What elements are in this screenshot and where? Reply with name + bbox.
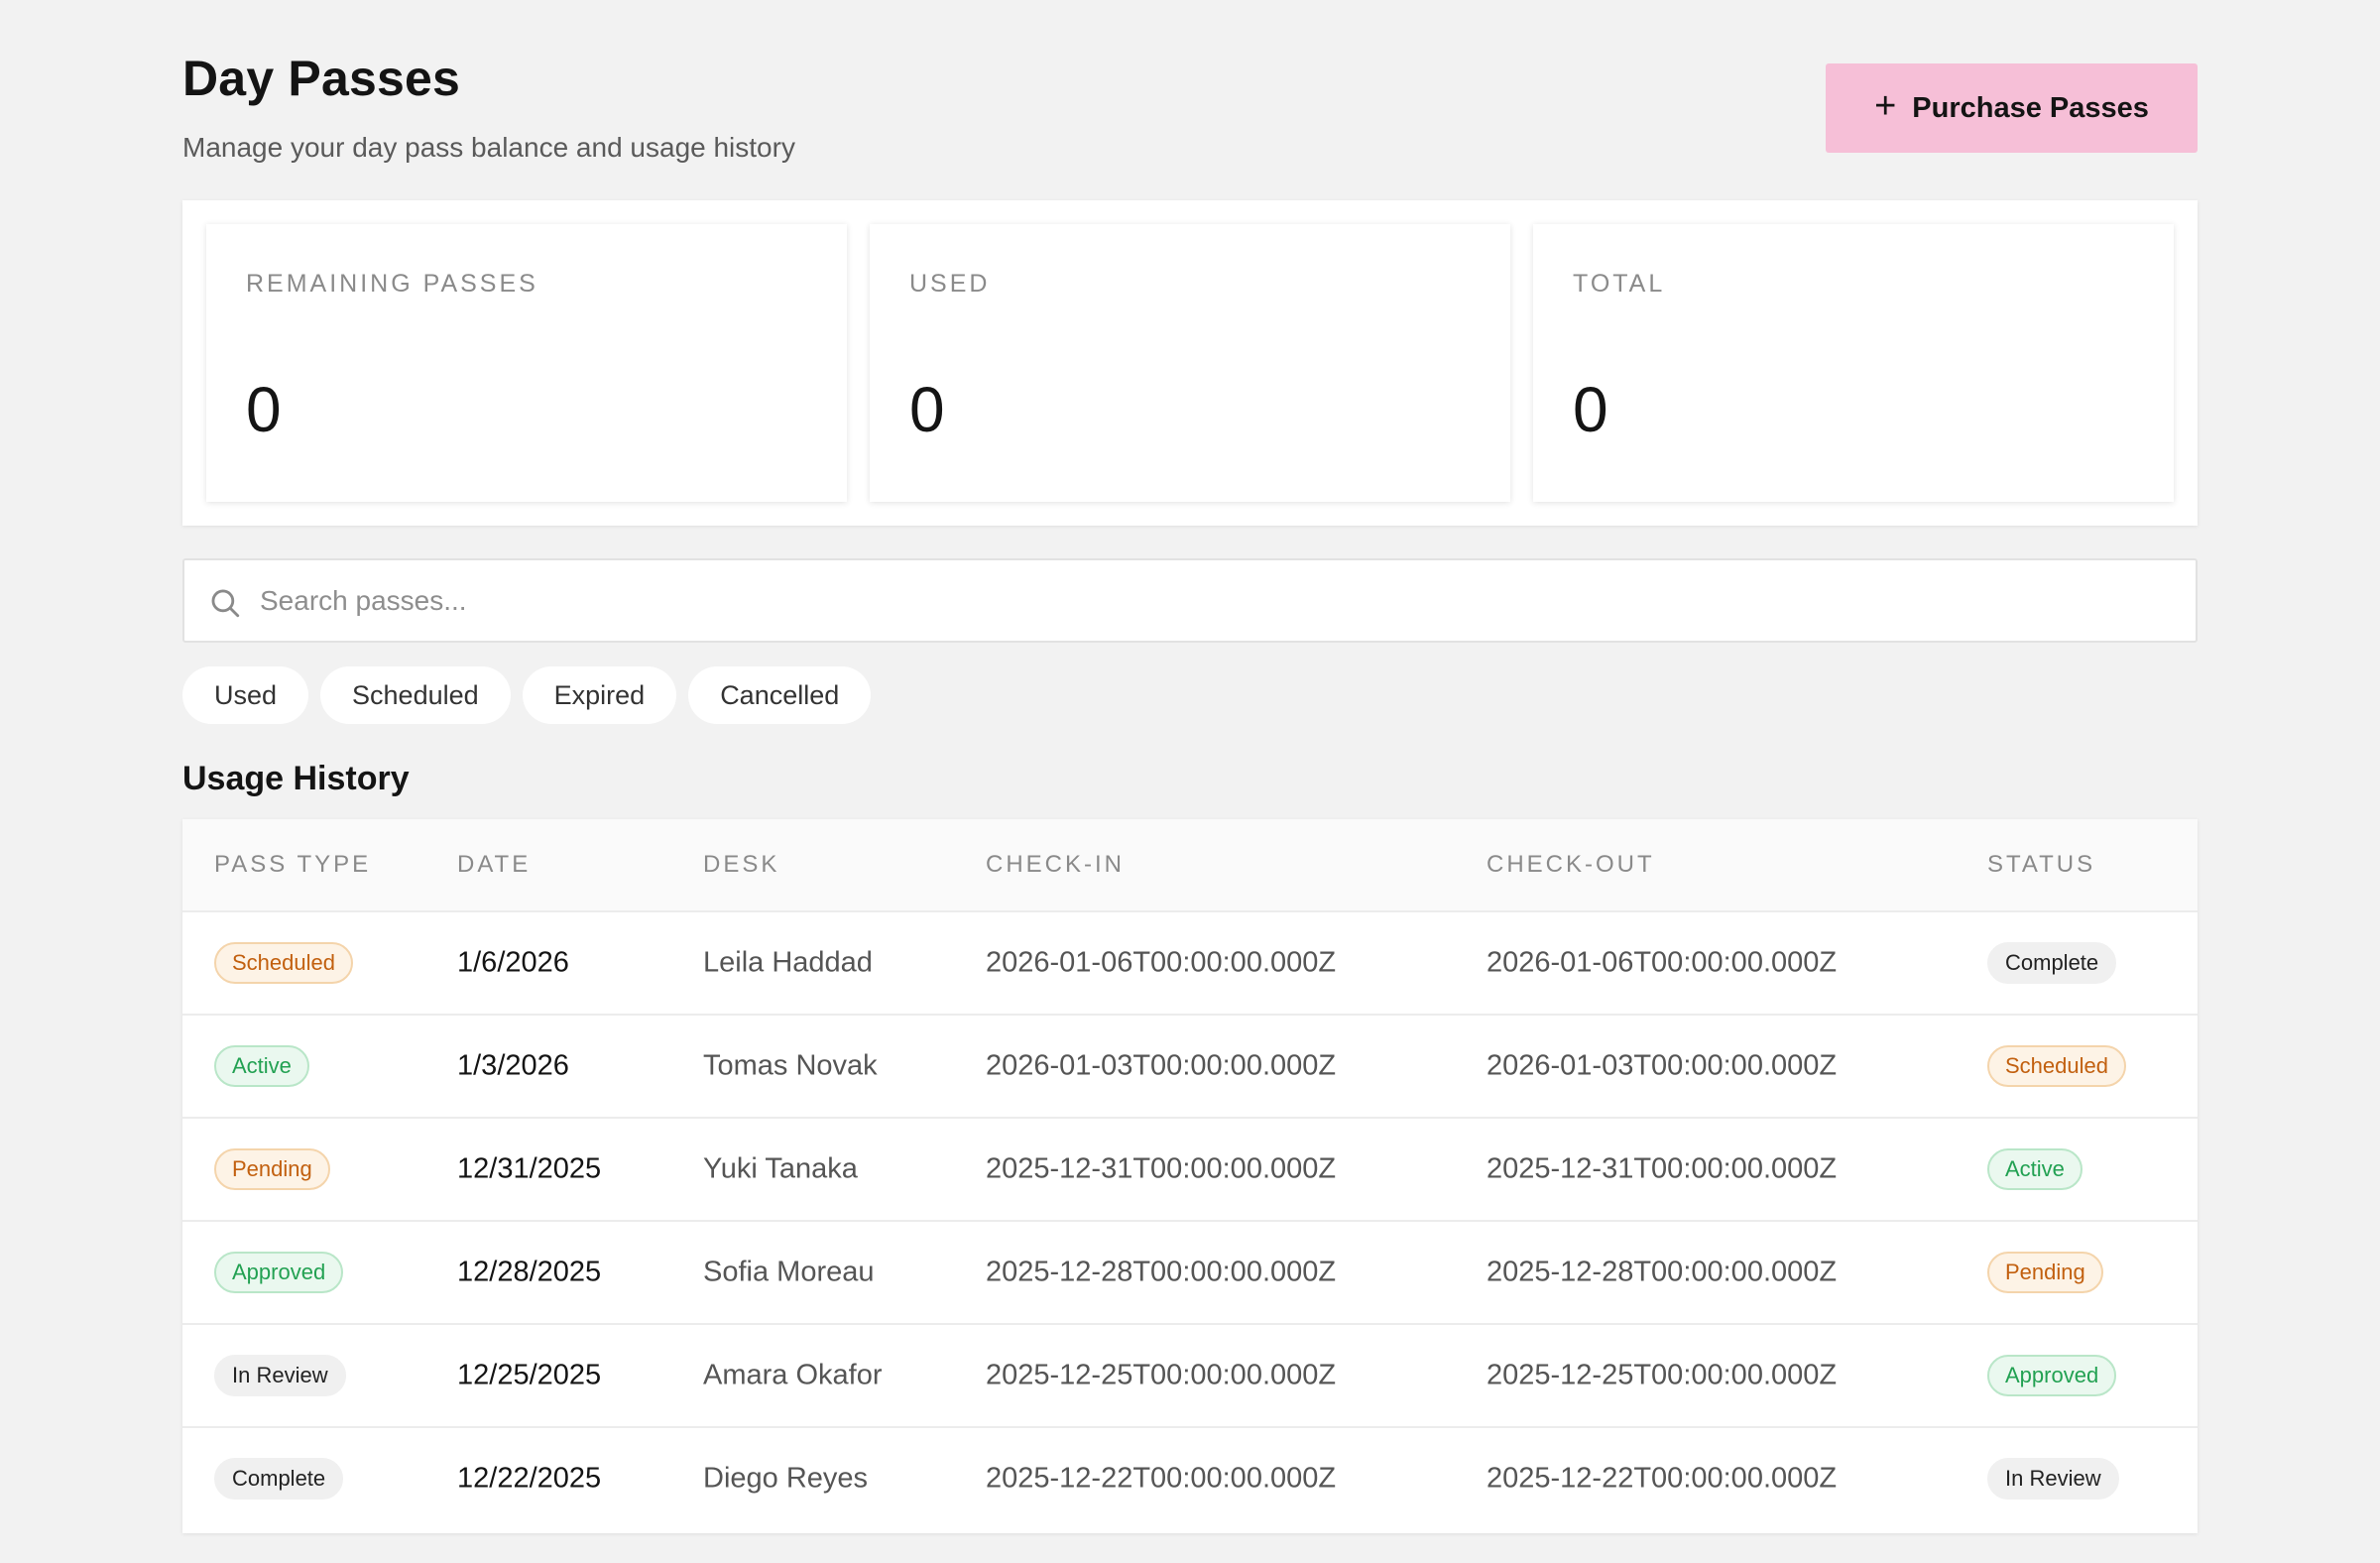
check-in-cell: 2025-12-25T00:00:00.000Z xyxy=(986,1359,1337,1391)
check-out-cell: 2025-12-28T00:00:00.000Z xyxy=(1487,1256,1838,1288)
column-header-check-in[interactable]: CHECK-IN xyxy=(986,851,1125,879)
check-out-cell: 2025-12-31T00:00:00.000Z xyxy=(1487,1152,1838,1185)
check-out-cell: 2025-12-25T00:00:00.000Z xyxy=(1487,1359,1838,1391)
pass-type-badge: Complete xyxy=(214,1458,344,1500)
plus-icon: + xyxy=(1874,85,1897,127)
date-cell: 1/6/2026 xyxy=(457,946,569,979)
purchase-passes-label: Purchase Passes xyxy=(1912,91,2149,124)
stat-value: 0 xyxy=(1573,374,1608,445)
stat-value: 0 xyxy=(246,374,282,445)
stat-label: USED xyxy=(909,270,991,298)
check-in-cell: 2025-12-31T00:00:00.000Z xyxy=(986,1152,1337,1185)
purchase-passes-button[interactable]: + Purchase Passes xyxy=(1826,63,2198,153)
table-row[interactable]: Active 1/3/2026 Tomas Novak 2026-01-03T0… xyxy=(182,1014,2198,1117)
status-badge: Approved xyxy=(1987,1355,2117,1396)
desk-cell: Leila Haddad xyxy=(703,946,873,979)
column-header-date[interactable]: DATE xyxy=(457,851,531,879)
page-title: Day Passes xyxy=(182,51,461,106)
table-row[interactable]: In Review 12/25/2025 Amara Okafor 2025-1… xyxy=(182,1323,2198,1426)
status-badge: Scheduled xyxy=(1987,1045,2126,1087)
search-icon xyxy=(211,589,240,618)
check-in-cell: 2026-01-03T00:00:00.000Z xyxy=(986,1049,1337,1082)
pass-type-badge: Active xyxy=(214,1045,309,1087)
search-box xyxy=(182,558,2198,643)
date-cell: 1/3/2026 xyxy=(457,1049,569,1082)
date-cell: 12/28/2025 xyxy=(457,1256,602,1288)
desk-cell: Tomas Novak xyxy=(703,1049,878,1082)
stat-label: TOTAL xyxy=(1573,270,1666,298)
status-badge: In Review xyxy=(1987,1458,2119,1500)
pass-type-badge: Scheduled xyxy=(214,942,353,984)
pass-type-badge: In Review xyxy=(214,1355,346,1396)
usage-history-table: PASS TYPE DATE DESK CHECK-IN CHECK-OUT S… xyxy=(182,819,2198,1533)
check-in-cell: 2026-01-06T00:00:00.000Z xyxy=(986,946,1337,979)
table-header: PASS TYPE DATE DESK CHECK-IN CHECK-OUT S… xyxy=(182,819,2198,910)
check-out-cell: 2026-01-06T00:00:00.000Z xyxy=(1487,946,1838,979)
stat-card-total: TOTAL 0 xyxy=(1533,224,2174,502)
table-row[interactable]: Approved 12/28/2025 Sofia Moreau 2025-12… xyxy=(182,1220,2198,1323)
check-in-cell: 2025-12-28T00:00:00.000Z xyxy=(986,1256,1337,1288)
date-cell: 12/25/2025 xyxy=(457,1359,602,1391)
status-badge: Complete xyxy=(1987,942,2117,984)
date-cell: 12/22/2025 xyxy=(457,1462,602,1495)
desk-cell: Sofia Moreau xyxy=(703,1256,875,1288)
desk-cell: Amara Okafor xyxy=(703,1359,883,1391)
check-in-cell: 2025-12-22T00:00:00.000Z xyxy=(986,1462,1337,1495)
stat-card-used: USED 0 xyxy=(870,224,1510,502)
check-out-cell: 2025-12-22T00:00:00.000Z xyxy=(1487,1462,1838,1495)
usage-history-title: Usage History xyxy=(182,760,410,797)
filter-chip-used[interactable]: Used xyxy=(182,666,309,724)
day-passes-page: Day Passes Manage your day pass balance … xyxy=(0,0,2380,1563)
date-cell: 12/31/2025 xyxy=(457,1152,602,1185)
column-header-desk[interactable]: DESK xyxy=(703,851,779,879)
filter-chip-cancelled[interactable]: Cancelled xyxy=(688,666,872,724)
stats-panel: REMAINING PASSES 0 USED 0 TOTAL 0 xyxy=(182,200,2198,526)
table-row[interactable]: Pending 12/31/2025 Yuki Tanaka 2025-12-3… xyxy=(182,1117,2198,1220)
table-row[interactable]: Scheduled 1/6/2026 Leila Haddad 2026-01-… xyxy=(182,910,2198,1014)
desk-cell: Yuki Tanaka xyxy=(703,1152,858,1185)
page-subtitle: Manage your day pass balance and usage h… xyxy=(182,132,795,163)
status-badge: Pending xyxy=(1987,1252,2103,1293)
filter-chips: Used Scheduled Expired Cancelled xyxy=(182,666,872,724)
pass-type-badge: Pending xyxy=(214,1148,330,1190)
column-header-status[interactable]: STATUS xyxy=(1987,851,2095,879)
column-header-pass-type[interactable]: PASS TYPE xyxy=(214,851,371,879)
stat-card-remaining: REMAINING PASSES 0 xyxy=(206,224,847,502)
desk-cell: Diego Reyes xyxy=(703,1462,869,1495)
column-header-check-out[interactable]: CHECK-OUT xyxy=(1487,851,1655,879)
search-input[interactable] xyxy=(260,560,2144,641)
filter-chip-scheduled[interactable]: Scheduled xyxy=(320,666,511,724)
table-row[interactable]: Complete 12/22/2025 Diego Reyes 2025-12-… xyxy=(182,1426,2198,1529)
stat-label: REMAINING PASSES xyxy=(246,270,538,298)
check-out-cell: 2026-01-03T00:00:00.000Z xyxy=(1487,1049,1838,1082)
filter-chip-expired[interactable]: Expired xyxy=(522,666,677,724)
stat-value: 0 xyxy=(909,374,945,445)
status-badge: Active xyxy=(1987,1148,2082,1190)
pass-type-badge: Approved xyxy=(214,1252,344,1293)
